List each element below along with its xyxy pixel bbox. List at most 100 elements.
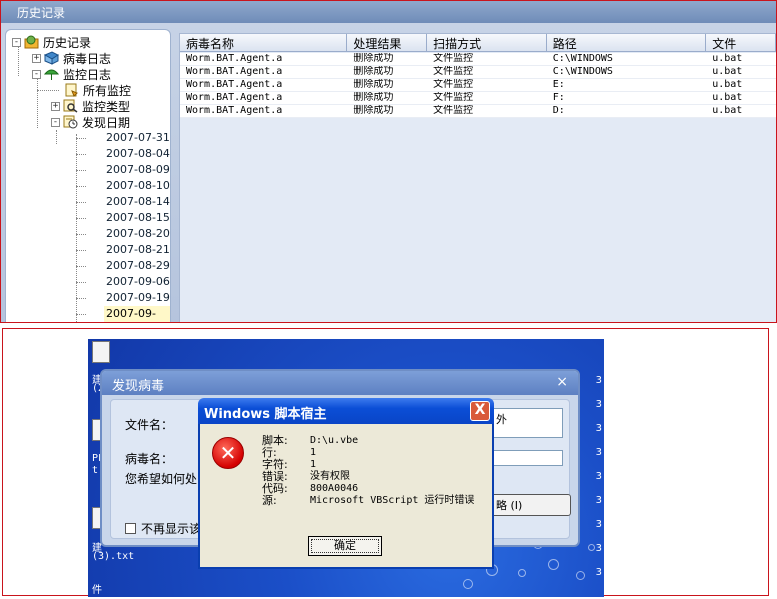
tree-line	[76, 138, 86, 139]
tree-date-item[interactable]: 2007-08-14	[106, 194, 170, 210]
bubble	[576, 571, 585, 580]
ignore-button[interactable]: 略 (I)	[491, 494, 571, 516]
table-row[interactable]: Worm.BAT.Agent.a 删除成功 文件监控 E: u.bat	[180, 79, 776, 92]
detail-value: 800A0046	[310, 483, 359, 494]
file-name-fragment: 外	[496, 413, 507, 426]
file-name-label: 文件名：	[125, 418, 174, 432]
detail-row: 源: Microsoft VBScript 运行时错误	[262, 495, 474, 507]
desktop-edge-text: 3	[595, 471, 602, 482]
desktop-edge-text: 3	[595, 495, 602, 506]
tree-item-virus-log[interactable]: + 病毒日志	[32, 50, 111, 66]
found-virus-title-bar: 发现病毒 ×	[102, 371, 578, 395]
desktop-edge-text: 3	[595, 423, 602, 434]
detail-value: 1	[310, 447, 317, 458]
column-header-path[interactable]: 路径	[546, 34, 707, 52]
file-name-field: 外	[491, 408, 563, 438]
table-row[interactable]: Worm.BAT.Agent.a 删除成功 文件监控 D: u.bat	[180, 105, 776, 118]
tree-line	[37, 78, 38, 128]
tree-date-item-selected[interactable]: 2007-09-21	[104, 306, 170, 322]
book-icon	[43, 51, 59, 65]
tree-date-item[interactable]: 2007-08-10	[106, 178, 170, 194]
desktop-edge-text: 3	[595, 543, 602, 554]
detail-row: 脚本: D:\u.vbe	[262, 435, 474, 447]
tree-date-item[interactable]: 2007-08-21	[106, 242, 170, 258]
desktop-edge-text: 3	[595, 447, 602, 458]
tree-item-monitor-type[interactable]: + 监控类型	[51, 98, 130, 114]
tree-line	[76, 266, 86, 267]
cell-file: u.bat	[712, 66, 743, 77]
list-header: 病毒名称 处理结果 扫描方式 路径 文件	[180, 34, 776, 52]
cell-result: 删除成功	[353, 92, 394, 103]
cell-result: 删除成功	[353, 79, 394, 90]
tree-date-item[interactable]: 2007-08-20	[106, 226, 170, 242]
table-row[interactable]: Worm.BAT.Agent.a 删除成功 文件监控 F: u.bat	[180, 92, 776, 105]
detail-value: Microsoft VBScript 运行时错误	[310, 495, 475, 506]
tree-line	[76, 250, 86, 251]
tree-date-item[interactable]: 2007-07-31	[106, 130, 170, 146]
tree-date-item[interactable]: 2007-09-19	[106, 290, 170, 306]
magnifier-icon	[63, 99, 78, 113]
cell-file: u.bat	[712, 53, 743, 64]
tree-label-monitor-log: 监控日志	[63, 67, 112, 82]
tree-date-item[interactable]: 2007-09-06	[106, 274, 170, 290]
tree-date-item[interactable]: 2007-08-09	[106, 162, 170, 178]
cell-path: E:	[552, 79, 565, 90]
table-row[interactable]: Worm.BAT.Agent.a 删除成功 文件监控 C:\WINDOWS u.…	[180, 66, 776, 79]
history-title-bar: 历史记录	[1, 1, 776, 23]
tree-item-found-date[interactable]: - 发现日期	[51, 114, 130, 130]
collapse-icon[interactable]: -	[12, 37, 21, 47]
bubble	[463, 579, 473, 589]
collapse-icon[interactable]: -	[32, 69, 41, 79]
bubble	[588, 544, 595, 551]
tree-label-all-monitors: 所有监控	[83, 83, 132, 98]
column-header-scan-type[interactable]: 扫描方式	[427, 34, 547, 52]
ok-button[interactable]: 确定	[308, 536, 382, 556]
document-icon	[64, 83, 79, 97]
desktop-edge-text: 3	[595, 399, 602, 410]
close-icon[interactable]: X	[470, 401, 490, 421]
error-icon: ✕	[212, 437, 244, 469]
cell-virus-name: Worm.BAT.Agent.a	[186, 66, 283, 77]
tree-label-found-date: 发现日期	[82, 115, 131, 130]
desktop-icon-label: t	[92, 465, 99, 476]
column-header-result[interactable]: 处理结果	[347, 34, 428, 52]
found-virus-title: 发现病毒	[112, 379, 165, 394]
cell-result: 删除成功	[353, 66, 394, 77]
cell-result: 删除成功	[353, 105, 394, 116]
script-host-title: Windows 脚本宿主	[204, 407, 327, 422]
detail-value: D:\u.vbe	[310, 435, 359, 446]
desktop-edge-text: 3	[595, 375, 602, 386]
column-header-virus-name[interactable]: 病毒名称	[180, 34, 348, 52]
dont-show-checkbox[interactable]	[125, 523, 136, 534]
cell-scan-type: 文件监控	[433, 92, 474, 103]
tree-date-item[interactable]: 2007-08-15	[106, 210, 170, 226]
collapse-icon[interactable]: -	[51, 117, 60, 127]
history-body: - 历史记录 + 病毒日志 - 监控日志 所有监控 + 监控类型 - 发现日期 …	[1, 23, 776, 322]
tree-line	[76, 234, 86, 235]
virus-list: 病毒名称 处理结果 扫描方式 路径 文件 Worm.BAT.Agent.a 删除…	[179, 33, 776, 322]
expand-icon[interactable]: +	[51, 101, 60, 111]
close-icon[interactable]: ×	[556, 374, 568, 390]
detail-row: 字符: 1	[262, 459, 474, 471]
history-window: 历史记录 - 历史记录 + 病毒日志 - 监控日志 所有监控 + 监控类型 - …	[0, 0, 777, 323]
script-host-dialog: Windows 脚本宿主 X ✕ 脚本: D:\u.vbe 行: 1 字符: 1	[198, 398, 494, 569]
tree-item-all-monitors[interactable]: 所有监控	[64, 82, 131, 98]
column-header-file[interactable]: 文件	[706, 34, 776, 52]
cell-virus-name: Worm.BAT.Agent.a	[186, 53, 283, 64]
tree-line	[18, 46, 19, 76]
tree-line	[76, 314, 86, 315]
script-host-details: 脚本: D:\u.vbe 行: 1 字符: 1 错误: 没有权限 代码: 800…	[262, 435, 474, 507]
tree-item-monitor-log[interactable]: - 监控日志	[32, 66, 111, 82]
bubble	[518, 569, 526, 577]
desktop-icon-label: (3).txt	[92, 551, 135, 562]
tree-line	[37, 90, 59, 91]
action-question: 您希望如何处	[125, 472, 198, 486]
tree-date-item[interactable]: 2007-08-29	[106, 258, 170, 274]
tree-date-item[interactable]: 2007-08-04	[106, 146, 170, 162]
tree-item-history[interactable]: - 历史记录	[12, 34, 91, 50]
expand-icon[interactable]: +	[32, 53, 41, 63]
history-tree: - 历史记录 + 病毒日志 - 监控日志 所有监控 + 监控类型 - 发现日期 …	[5, 29, 171, 322]
table-row[interactable]: Worm.BAT.Agent.a 删除成功 文件监控 C:\WINDOWS u.…	[180, 53, 776, 66]
desktop-file-icon[interactable]	[92, 341, 110, 363]
history-title: 历史记录	[17, 6, 66, 20]
